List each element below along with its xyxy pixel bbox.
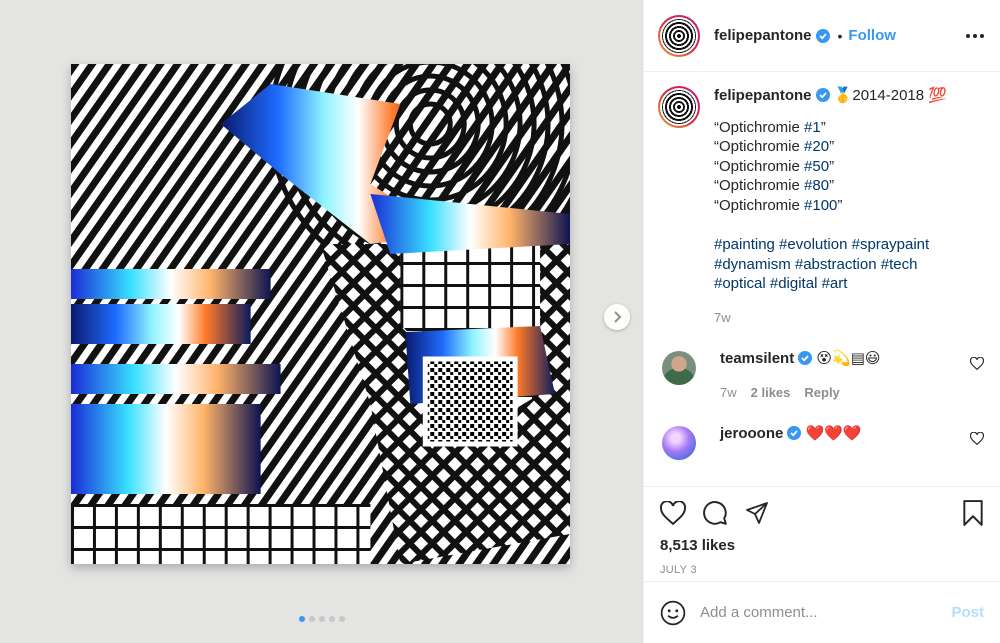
bookmark-icon[interactable] <box>962 500 984 526</box>
caption-title-line: “Optichromie #100” <box>714 196 984 216</box>
comment-body: jerooone ❤️❤️❤️ <box>720 424 984 460</box>
hashtag-link[interactable]: #20 <box>804 138 829 155</box>
carousel-dot <box>298 616 305 622</box>
caption-headline: felipepantone 🥇2014-2018 💯 <box>714 86 984 106</box>
more-options-icon[interactable] <box>966 33 984 38</box>
caption-username[interactable]: felipepantone <box>714 87 812 104</box>
caption-titles: “Optichromie #1” “Optichromie #20” “Opti… <box>714 118 984 216</box>
title-suffix: ” <box>837 196 843 214</box>
comment-body: teamsilent 😵💫▤😃 7w 2 likes Reply <box>720 349 984 402</box>
caption-hashtags: #painting #evolution #spraypaint #dynami… <box>714 235 984 294</box>
comment-meta: 7w 2 likes Reply <box>720 383 984 403</box>
title-prefix: “Optichromie <box>714 118 805 136</box>
comment-icon[interactable] <box>702 500 728 526</box>
caption: felipepantone 🥇2014-2018 💯 “Optichromie … <box>658 86 984 327</box>
avatar[interactable] <box>662 351 696 385</box>
reply-button[interactable]: Reply <box>804 385 839 400</box>
comment-item: teamsilent 😵💫▤😃 7w 2 likes Reply <box>658 349 984 402</box>
title-suffix: ” <box>829 177 835 194</box>
verified-badge-icon <box>798 351 813 365</box>
share-icon[interactable] <box>744 501 770 525</box>
post-date: JULY 3 <box>660 564 697 576</box>
caption-title-line: “Optichromie #20” <box>714 137 984 157</box>
comment-username[interactable]: jerooone <box>720 425 783 442</box>
like-comment-heart-icon[interactable] <box>970 357 984 370</box>
hashtag-link[interactable]: #80 <box>804 177 829 194</box>
title-prefix: “Optichromie <box>714 138 805 155</box>
hashtag-line[interactable]: #dynamism #abstraction #tech <box>714 255 984 275</box>
post-actions: 8,513 likes JULY 3 <box>644 486 1000 576</box>
comment-text: ❤️❤️❤️ <box>805 425 862 442</box>
caption-title-line: “Optichromie #1” <box>714 118 984 138</box>
title-prefix: “Optichromie <box>714 177 805 194</box>
header-user: felipepantone • Follow <box>714 27 896 44</box>
heart-icon[interactable] <box>660 501 686 525</box>
verified-badge-icon <box>787 426 802 440</box>
post-side-panel: felipepantone • Follow felipepantone 🥇20… <box>643 0 1000 643</box>
header-username[interactable]: felipepantone <box>714 27 812 44</box>
avatar[interactable] <box>662 426 696 460</box>
like-comment-heart-icon[interactable] <box>970 432 984 445</box>
comments-section: felipepantone 🥇2014-2018 💯 “Optichromie … <box>644 72 1000 485</box>
comment-input[interactable] <box>700 604 952 621</box>
title-suffix: ” <box>820 118 826 136</box>
follow-button[interactable]: Follow <box>848 27 896 44</box>
comment-time[interactable]: 7w <box>720 385 737 400</box>
hashtag-line[interactable]: #optical #digital #art <box>714 274 984 294</box>
caption-title-line: “Optichromie #80” <box>714 176 984 196</box>
caption-time[interactable]: 7w <box>714 310 731 325</box>
title-suffix: ” <box>829 138 835 155</box>
chevron-right-icon <box>614 311 622 323</box>
carousel-dots <box>0 616 643 622</box>
comment-username[interactable]: teamsilent <box>720 350 794 367</box>
carousel-dot <box>308 616 315 622</box>
hashtag-link[interactable]: #50 <box>804 158 829 175</box>
hashtag-link[interactable]: #100 <box>804 197 837 214</box>
comment-item: jerooone ❤️❤️❤️ <box>658 424 984 460</box>
instagram-post: felipepantone • Follow felipepantone 🥇20… <box>0 0 1000 643</box>
header-separator: • <box>837 27 843 44</box>
comment-likes[interactable]: 2 likes <box>751 385 791 400</box>
likes-count[interactable]: 8,513 likes <box>660 537 984 554</box>
artwork-image[interactable] <box>71 64 570 564</box>
caption-meta: 7w <box>714 308 984 328</box>
title-suffix: ” <box>829 157 835 175</box>
post-media <box>0 0 643 643</box>
verified-badge-icon <box>815 88 830 102</box>
carousel-dot <box>318 616 325 622</box>
avatar[interactable] <box>658 86 700 128</box>
title-prefix: “Optichromie <box>714 196 805 214</box>
post-header: felipepantone • Follow <box>644 0 1000 72</box>
verified-badge-icon <box>815 28 830 43</box>
hashtag-line[interactable]: #painting #evolution #spraypaint <box>714 235 984 255</box>
add-comment-bar: Post <box>644 581 1000 643</box>
carousel-dot <box>328 616 335 622</box>
comment-text: 😵💫▤😃 <box>816 350 881 367</box>
caption-headline-text: 🥇2014-2018 💯 <box>833 87 947 104</box>
caption-title-line: “Optichromie #50” <box>714 157 984 177</box>
hashtag-link[interactable]: #1 <box>804 119 821 136</box>
caption-body: felipepantone 🥇2014-2018 💯 “Optichromie … <box>714 86 984 327</box>
post-button[interactable]: Post <box>951 604 984 621</box>
action-icons <box>660 493 984 533</box>
emoji-icon[interactable] <box>660 600 686 626</box>
carousel-dot <box>338 616 345 622</box>
next-slide-button[interactable] <box>604 304 630 330</box>
title-prefix: “Optichromie <box>714 157 805 175</box>
avatar[interactable] <box>658 14 700 57</box>
